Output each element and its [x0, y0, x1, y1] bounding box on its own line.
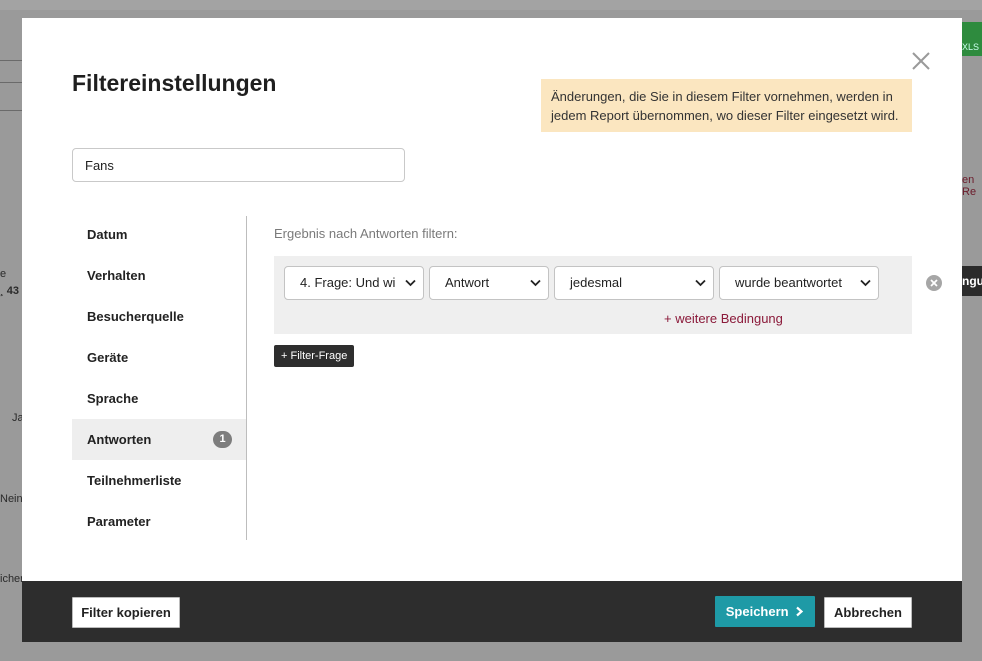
remove-icon — [930, 279, 938, 287]
filter-name-input[interactable] — [72, 148, 405, 182]
close-icon — [912, 52, 930, 70]
copy-filter-button[interactable]: Filter kopieren — [72, 597, 180, 628]
nav-item-besucherquelle[interactable]: Besucherquelle — [72, 296, 247, 337]
nav-divider — [246, 216, 247, 540]
nav-item-parameter[interactable]: Parameter — [72, 501, 247, 542]
background-divider — [0, 110, 22, 111]
nav-item-teilnehmerliste[interactable]: Teilnehmerliste — [72, 460, 247, 501]
background-divider — [0, 60, 22, 61]
value-select[interactable]: jedesmal — [554, 266, 714, 300]
filter-settings-dialog: Filtereinstellungen Änderungen, die Sie … — [22, 18, 962, 642]
background-text: en Re — [962, 174, 977, 198]
background-button-label: ngu — [962, 274, 982, 288]
operator-select[interactable]: wurde beantwortet — [719, 266, 879, 300]
dialog-title: Filtereinstellungen — [72, 70, 277, 96]
nav-item-label: Geräte — [87, 350, 129, 365]
remove-condition-button[interactable] — [926, 275, 942, 291]
chevron-right-icon — [796, 606, 804, 617]
background-text: ¸ 43 — [0, 285, 19, 297]
nav-item-label: Sprache — [87, 391, 139, 406]
condition-group: 4. Frage: Und wi Antwort jedesmal wurde … — [274, 256, 912, 334]
nav-item-label: Teilnehmerliste — [87, 473, 182, 488]
dialog-footer: Filter kopieren Speichern Abbrechen — [22, 581, 962, 642]
background-xls-label: XLS — [962, 42, 980, 52]
question-select[interactable]: 4. Frage: Und wi — [284, 266, 424, 300]
chevron-down-icon — [404, 267, 416, 299]
chevron-down-icon — [694, 267, 706, 299]
chevron-down-icon — [859, 267, 871, 299]
close-button[interactable] — [909, 49, 933, 73]
field-select[interactable]: Antwort — [429, 266, 549, 300]
nav-item-label: Verhalten — [87, 268, 146, 283]
operator-select-value: wurde beantwortet — [735, 275, 842, 290]
value-select-value: jedesmal — [570, 275, 623, 290]
background-divider — [0, 82, 22, 83]
filter-category-nav: Datum Verhalten Besucherquelle Geräte Sp… — [72, 214, 247, 542]
background-topbar — [0, 0, 982, 10]
nav-item-verhalten[interactable]: Verhalten — [72, 255, 247, 296]
background-text: icher — [0, 573, 24, 585]
nav-item-geraete[interactable]: Geräte — [72, 337, 247, 378]
background-text: Nein — [0, 493, 23, 505]
save-button[interactable]: Speichern — [715, 596, 815, 627]
save-button-label: Speichern — [725, 604, 789, 619]
field-select-value: Antwort — [445, 275, 490, 290]
chevron-down-icon — [529, 267, 541, 299]
nav-item-datum[interactable]: Datum — [72, 214, 247, 255]
add-condition-link[interactable]: + weitere Bedingung — [664, 311, 783, 326]
count-badge: 1 — [213, 431, 232, 448]
nav-item-antworten[interactable]: Antworten 1 — [72, 419, 247, 460]
add-filter-question-button[interactable]: + Filter-Frage — [274, 345, 355, 367]
nav-item-label: Besucherquelle — [87, 309, 184, 324]
background-text: e — [0, 268, 7, 280]
nav-item-label: Parameter — [87, 514, 151, 529]
nav-item-label: Datum — [87, 227, 128, 242]
cancel-button[interactable]: Abbrechen — [824, 597, 912, 628]
info-notice: Änderungen, die Sie in diesem Filter vor… — [541, 79, 912, 132]
section-label: Ergebnis nach Antworten filtern: — [274, 226, 458, 241]
background-button: ngu — [962, 266, 982, 296]
nav-item-sprache[interactable]: Sprache — [72, 378, 247, 419]
nav-item-label: Antworten — [87, 432, 152, 447]
question-select-value: 4. Frage: Und wi — [300, 275, 396, 290]
